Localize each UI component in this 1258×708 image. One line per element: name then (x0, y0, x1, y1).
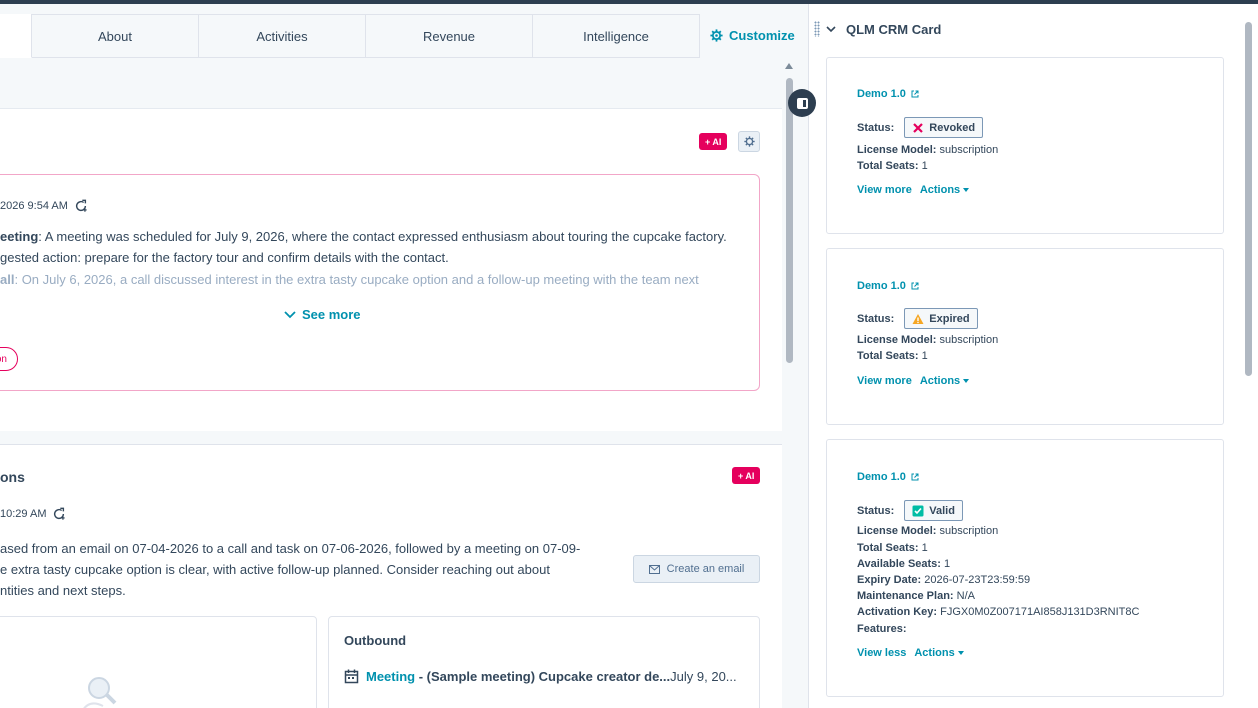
license-links: View more Actions (857, 184, 970, 196)
customize-button[interactable]: Customize (710, 21, 795, 49)
external-link-icon (911, 473, 919, 481)
external-link-icon (911, 282, 919, 290)
check-icon (912, 505, 924, 516)
refresh-icon[interactable] (74, 199, 88, 213)
tab-revenue[interactable]: Revenue (366, 14, 533, 58)
summary-line-meeting: eeting: A meeting was scheduled for July… (0, 229, 727, 244)
license-card: Demo 1.0 Status: Revoked License Model: … (826, 57, 1224, 234)
see-more-link[interactable]: See more (284, 307, 361, 322)
meeting-title[interactable]: - (Sample meeting) Cupcake creator de... (415, 669, 670, 684)
license-model-row: License Model: subscription (857, 525, 999, 537)
interactions-line-3: ntities and next steps. (0, 583, 126, 598)
ai-badge[interactable]: + AI (732, 467, 761, 484)
content-band (0, 58, 782, 109)
sidebar-panel-icon (796, 97, 808, 109)
drag-handle-icon[interactable] (814, 21, 820, 37)
status-badge: Expired (904, 308, 978, 329)
tab-intelligence[interactable]: Intelligence (533, 14, 700, 58)
sidebar-scroll-thumb[interactable] (1245, 22, 1252, 376)
license-status: Status: Expired (857, 308, 978, 329)
caret-down-icon (963, 379, 970, 383)
ai-badge[interactable]: + AI (699, 133, 728, 150)
external-link-icon (911, 90, 919, 98)
qlm-card-header[interactable]: QLM CRM Card (814, 21, 941, 37)
summary-line-action: gested action: prepare for the factory t… (0, 250, 449, 265)
record-tabs: About Activities Revenue Intelligence (0, 14, 800, 58)
caret-down-icon (963, 188, 970, 192)
total-seats-row: Total Seats: 1 (857, 542, 928, 554)
outbound-box (328, 616, 760, 708)
x-icon (913, 122, 924, 133)
license-model-row: License Model: subscription (857, 334, 999, 346)
sidebar-toggle-button[interactable] (788, 89, 816, 117)
customize-label: Customize (729, 27, 795, 43)
view-less-link[interactable]: View less (857, 647, 906, 659)
available-seats-row: Available Seats: 1 (857, 558, 951, 570)
email-icon (648, 564, 660, 574)
maintenance-plan-row: Maintenance Plan: N/A (857, 590, 975, 602)
license-links: View less Actions (857, 647, 964, 659)
view-more-link[interactable]: View more (857, 375, 912, 387)
license-status: Status: Valid (857, 500, 963, 521)
gear-icon (743, 136, 755, 147)
status-badge: Revoked (904, 117, 984, 138)
gear-icon (710, 28, 723, 42)
create-email-button[interactable]: Create an email (633, 555, 760, 583)
interactions-line-2: e extra tasty cupcake option is clear, w… (0, 562, 550, 577)
scroll-up-arrow-icon[interactable] (785, 63, 793, 69)
magnifier-illustration-icon (83, 677, 117, 708)
license-name-link[interactable]: Demo 1.0 (857, 88, 919, 100)
status-badge: Valid (904, 500, 963, 521)
license-card: Demo 1.0 Status: Valid License Model: su… (826, 439, 1224, 697)
total-seats-row: Total Seats: 1 (857, 350, 928, 362)
outbound-meeting-item: Meeting - (Sample meeting) Cupcake creat… (344, 669, 737, 684)
summary-timestamp: 2026 9:54 AM (0, 199, 88, 213)
summary-line-call: all: On July 6, 2026, a call discussed i… (0, 272, 699, 287)
tab-activities[interactable]: Activities (199, 14, 366, 58)
total-seats-row: Total Seats: 1 (857, 160, 928, 172)
license-model-row: License Model: subscription (857, 144, 999, 156)
license-links: View more Actions (857, 375, 970, 387)
interactions-line-1: ased from an email on 07-04-2026 to a ca… (0, 541, 581, 556)
tab-about[interactable]: About (32, 14, 199, 58)
interactions-timestamp: 10:29 AM (0, 507, 66, 521)
chevron-down-icon (284, 310, 296, 318)
calendar-icon (344, 669, 359, 684)
warning-icon (912, 313, 924, 324)
meeting-link[interactable]: Meeting (366, 669, 415, 684)
license-status: Status: Revoked (857, 117, 984, 138)
chevron-down-icon (826, 26, 836, 33)
meeting-date: July 9, 20... (670, 669, 737, 684)
inbound-box (0, 616, 317, 708)
expiry-date-row: Expiry Date: 2026-07-23T23:59:59 (857, 574, 1031, 586)
refresh-icon[interactable] (52, 507, 66, 521)
summary-settings-button[interactable] (738, 131, 760, 152)
panel-title: QLM CRM Card (846, 21, 942, 37)
actions-dropdown[interactable]: Actions (914, 647, 964, 659)
caret-down-icon (957, 651, 964, 655)
outbound-title: Outbound (344, 633, 407, 648)
license-name-link[interactable]: Demo 1.0 (857, 471, 919, 483)
tab-overview[interactable] (0, 14, 32, 58)
features-row: Features: (857, 623, 907, 635)
license-name-link[interactable]: Demo 1.0 (857, 280, 919, 292)
activation-key-row: Activation Key: FJGX0M0Z007171AI858J131D… (857, 606, 1140, 618)
license-card: Demo 1.0 Status: Expired License Model: … (826, 248, 1224, 425)
actions-dropdown[interactable]: Actions (920, 184, 970, 196)
main-scroll-thumb[interactable] (786, 78, 793, 363)
actions-dropdown[interactable]: Actions (920, 375, 970, 387)
interactions-title: ons (0, 469, 25, 485)
view-more-link[interactable]: View more (857, 184, 912, 196)
